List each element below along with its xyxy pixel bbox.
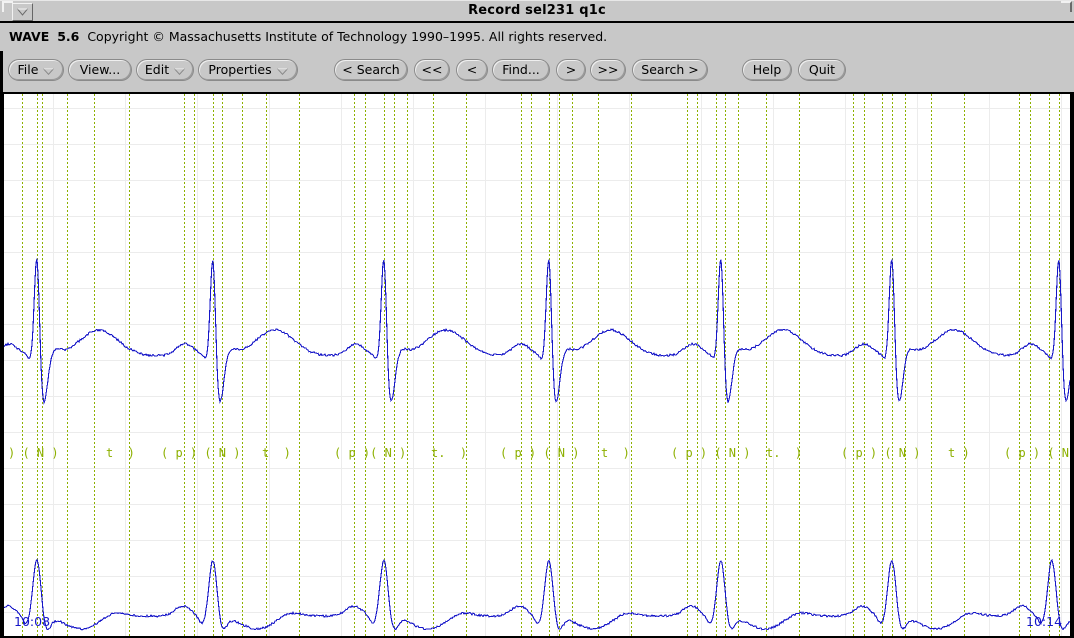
- search-back-button[interactable]: < Search: [334, 59, 408, 81]
- page-fwd-fast-label: >>: [598, 60, 619, 80]
- banner-bar: WAVE 5.6 Copyright © Massachusetts Insti…: [0, 23, 1074, 51]
- chevron-down-icon: [277, 63, 288, 78]
- title-bar: Record sel231 q1c: [0, 0, 1074, 22]
- wave-application-window: Record sel231 q1c WAVE 5.6 Copyright © M…: [0, 0, 1074, 638]
- page-back-fast-label: <<: [422, 60, 443, 80]
- waveform-canvas[interactable]: ) ( N )t )( p ) ( N )t )( p )( N )t. )( …: [4, 94, 1070, 636]
- find-dialog-label: Find...: [502, 60, 540, 80]
- waveform-panel: ) ( N )t )( p ) ( N )t )( p )( N )t. )( …: [0, 92, 1074, 638]
- edit-menu-label: Edit: [145, 60, 169, 80]
- properties-menu-label: Properties: [208, 60, 271, 80]
- chevron-down-icon: [43, 63, 54, 78]
- page-back-button[interactable]: <: [456, 59, 488, 81]
- page-fwd-fast-button[interactable]: >>: [590, 59, 626, 81]
- search-back-label: < Search: [342, 60, 399, 80]
- window-title: Record sel231 q1c: [0, 1, 1074, 21]
- file-menu-button[interactable]: File: [8, 59, 64, 81]
- search-forward-label: Search >: [641, 60, 698, 80]
- page-back-label: <: [467, 60, 477, 80]
- page-forward-label: >: [566, 60, 576, 80]
- banner-text: WAVE 5.6 Copyright © Massachusetts Insti…: [9, 29, 607, 44]
- toolbar-left-edge: [0, 51, 3, 92]
- quit-button[interactable]: Quit: [798, 59, 846, 81]
- page-forward-button[interactable]: >: [556, 59, 586, 81]
- app-version-label: 5.6: [57, 29, 79, 44]
- view-dialog-button[interactable]: View...: [68, 59, 132, 81]
- chevron-down-icon: [174, 63, 185, 78]
- time-start-label: 10:08: [14, 614, 50, 629]
- copyright-label: Copyright © Massachusetts Institute of T…: [87, 29, 607, 44]
- panel-left-border: [0, 92, 4, 638]
- help-button[interactable]: Help: [742, 59, 792, 81]
- edit-menu-button[interactable]: Edit: [136, 59, 194, 81]
- search-forward-button[interactable]: Search >: [632, 59, 708, 81]
- time-label-layer: 10:08 10:14: [4, 94, 1070, 636]
- quit-label: Quit: [809, 60, 835, 80]
- time-end-label: 10:14: [1026, 614, 1062, 629]
- toolbar: FileView...EditProperties< Search<<<Find…: [0, 51, 1074, 92]
- find-dialog-button[interactable]: Find...: [492, 59, 550, 81]
- file-menu-label: File: [18, 60, 39, 80]
- view-dialog-label: View...: [80, 60, 120, 80]
- page-back-fast-button[interactable]: <<: [414, 59, 450, 81]
- help-label: Help: [753, 60, 782, 80]
- properties-menu-button[interactable]: Properties: [198, 59, 298, 81]
- app-name-label: WAVE: [9, 29, 49, 44]
